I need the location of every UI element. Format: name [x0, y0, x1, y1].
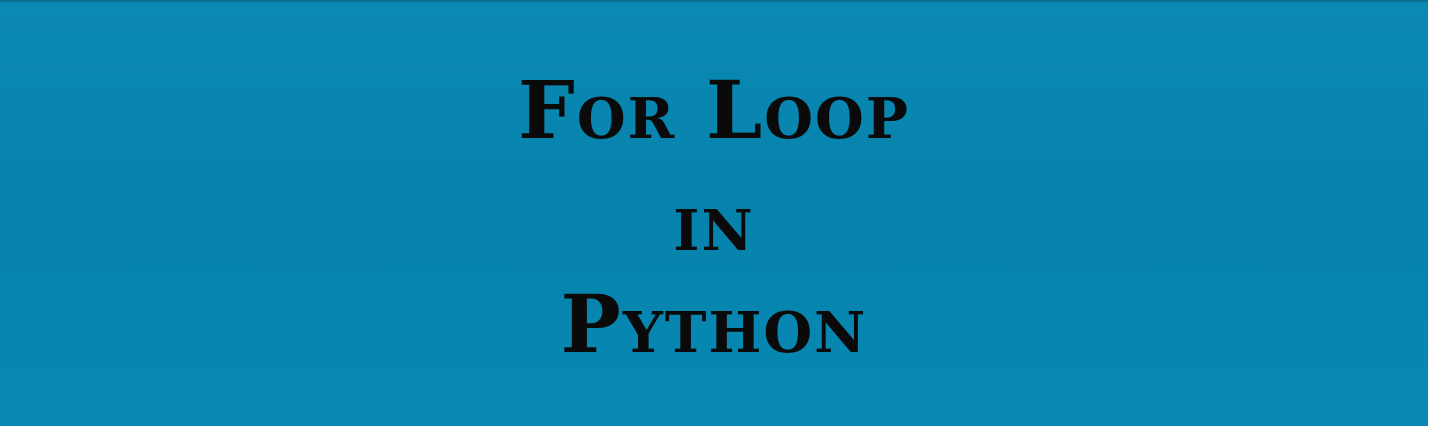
- title-line-2: in: [673, 175, 755, 269]
- title-slide: For Loop in Python: [0, 0, 1428, 426]
- title-line-3: Python: [560, 277, 868, 371]
- title-line-1: For Loop: [518, 63, 910, 157]
